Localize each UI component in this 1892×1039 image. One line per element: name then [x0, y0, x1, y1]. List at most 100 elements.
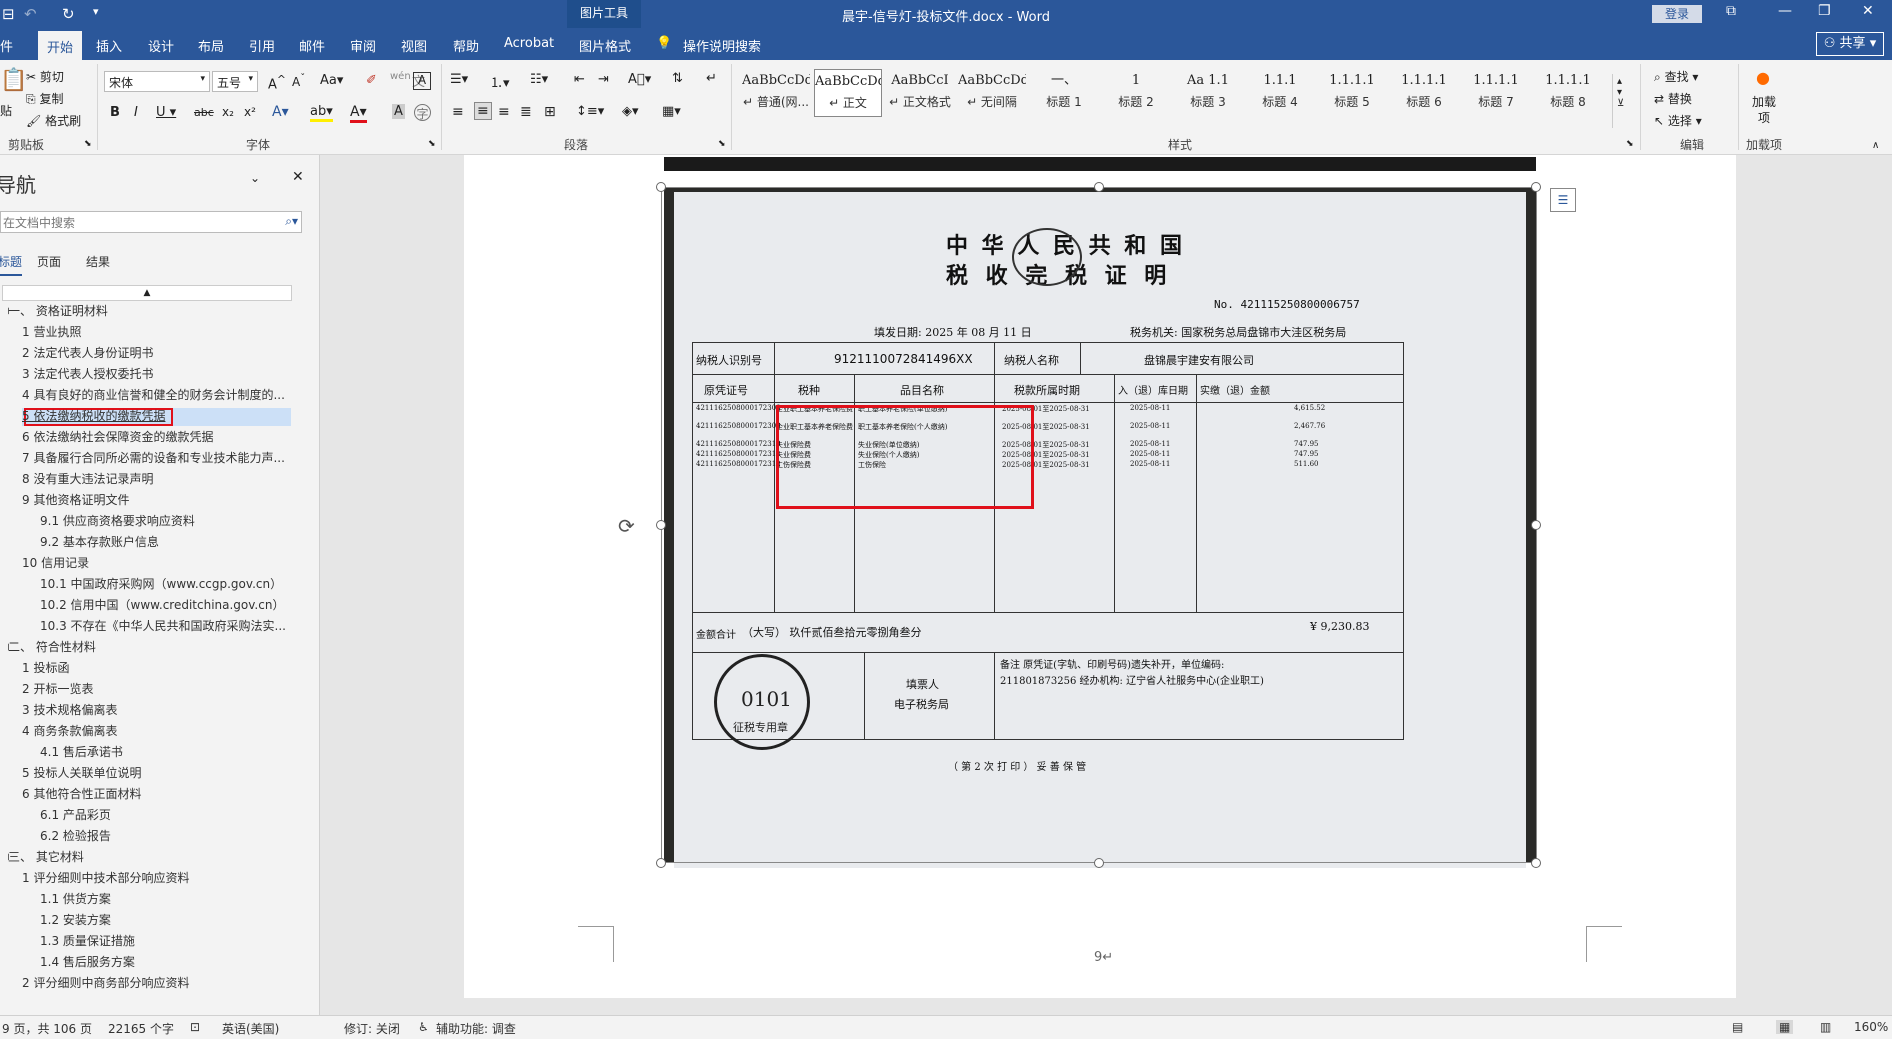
resize-handle-n[interactable] — [1094, 182, 1104, 192]
restore-icon[interactable]: ❐ — [1818, 3, 1831, 19]
styles-launcher-icon[interactable]: ⬊ — [1626, 139, 1634, 149]
collapse-arrow-icon[interactable]: ◢ — [8, 637, 9, 657]
nav-heading-item[interactable]: 9.2 基本存款账户信息 — [40, 532, 318, 552]
print-layout-icon[interactable]: ▦ — [1776, 1020, 1794, 1034]
style-item[interactable]: 1.1.1.1 标题 7 — [1462, 69, 1530, 117]
nav-heading-item[interactable]: ◢9 其他资格证明文件 — [22, 490, 318, 510]
nav-heading-item[interactable]: ◢10 信用记录 — [22, 553, 318, 573]
tab-view[interactable]: 视图 — [401, 36, 427, 55]
nav-heading-item[interactable]: 1 营业执照 — [22, 322, 318, 342]
addins-icon[interactable]: ● — [1756, 68, 1770, 87]
bullets-icon[interactable]: ☰▾ — [450, 72, 468, 87]
nav-heading-item[interactable]: ◢2 评分细则中商务部分响应资料 — [22, 973, 318, 993]
underline-icon[interactable]: U ▾ — [156, 105, 176, 120]
tab-insert[interactable]: 插入 — [96, 36, 122, 55]
style-item[interactable]: AaBbCcDd ↵ 普通(网... — [742, 69, 810, 117]
style-item[interactable]: 1.1.1.1 标题 8 — [1534, 69, 1602, 117]
clipboard-launcher-icon[interactable]: ⬊ — [84, 139, 92, 149]
select-button[interactable]: ↖ 选择 ▾ — [1654, 112, 1702, 129]
close-icon[interactable]: ✕ — [1862, 3, 1874, 19]
addins-button[interactable]: 加载项 — [1748, 94, 1780, 126]
nav-heading-item[interactable]: ◢三、 其它材料 — [8, 847, 318, 867]
nav-tab-results[interactable]: 结果 — [86, 253, 110, 270]
align-right-icon[interactable]: ≡ — [498, 104, 510, 120]
status-accessibility[interactable]: 辅助功能: 调查 — [436, 1020, 516, 1037]
tab-picture-format[interactable]: 图片格式 — [579, 36, 631, 55]
style-item[interactable]: Aa 1.1 标题 3 — [1174, 69, 1242, 117]
tab-layout[interactable]: 布局 — [198, 36, 224, 55]
tab-file[interactable]: 件 — [0, 36, 13, 55]
collapse-arrow-icon[interactable]: ◢ — [8, 301, 9, 321]
nav-heading-item[interactable]: 1 投标函 — [22, 658, 318, 678]
nav-heading-item[interactable]: 4 具有良好的商业信誉和健全的财务会计制度的... — [22, 385, 318, 405]
nav-heading-item[interactable]: ◢1 评分细则中技术部分响应资料 — [22, 868, 318, 888]
align-left-icon[interactable]: ≡ — [452, 104, 464, 120]
clear-formatting-icon[interactable]: ✐ — [366, 73, 377, 88]
show-marks-icon[interactable]: ↵ — [706, 71, 717, 86]
decrease-indent-icon[interactable]: ⇤ — [574, 72, 585, 87]
copy-button[interactable]: ⎘ 复制 — [26, 90, 63, 107]
paste-icon[interactable]: 📋 — [0, 68, 27, 93]
style-item[interactable]: 1.1.1 标题 4 — [1246, 69, 1314, 117]
shading-icon[interactable]: ◈▾ — [622, 104, 639, 119]
style-item[interactable]: 1.1.1.1 标题 6 — [1390, 69, 1458, 117]
sort-icon[interactable]: ⇅ — [672, 71, 683, 86]
nav-heading-item[interactable]: 7 具备履行合同所必需的设备和专业技术能力声... — [22, 448, 318, 468]
resize-handle-se[interactable] — [1531, 858, 1541, 868]
style-item[interactable]: 一、 标题 1 — [1030, 69, 1098, 117]
bold-icon[interactable]: B — [110, 105, 120, 120]
nav-heading-item[interactable]: 2 开标一览表 — [22, 679, 318, 699]
resize-handle-ne[interactable] — [1531, 182, 1541, 192]
multilevel-list-icon[interactable]: ☷▾ — [530, 72, 548, 87]
font-size-combo[interactable]: 五号 ▾ — [212, 71, 258, 92]
nav-tab-pages[interactable]: 页面 — [37, 253, 61, 270]
paragraph-launcher-icon[interactable]: ⬊ — [718, 139, 726, 149]
style-item[interactable]: AaBbCcDd ↵ 正文 — [814, 69, 882, 117]
rotate-handle-icon[interactable]: ⟳ — [618, 514, 635, 538]
layout-options-icon[interactable]: ☰ — [1550, 188, 1576, 212]
asian-layout-icon[interactable]: A⃝▾ — [628, 72, 651, 87]
change-case-icon[interactable]: Aa▾ — [320, 73, 343, 88]
nav-tab-headings[interactable]: 标题 — [0, 253, 23, 276]
subscript-icon[interactable]: x₂ — [222, 105, 234, 119]
status-words[interactable]: 22165 个字 — [108, 1020, 174, 1037]
nav-heading-item[interactable]: 10.3 不存在《中华人民共和国政府采购法实... — [40, 616, 318, 636]
align-center-icon[interactable]: ≡ — [474, 102, 492, 120]
nav-heading-item[interactable]: ▷1.3 质量保证措施 — [40, 931, 318, 951]
nav-heading-item[interactable]: ▷10.2 信用中国（www.creditchina.gov.cn） — [40, 595, 318, 615]
character-shading-icon[interactable]: A — [392, 104, 405, 119]
numbering-icon[interactable]: ⒈▾ — [490, 72, 510, 91]
nav-heading-item[interactable]: 5 投标人关联单位说明 — [22, 763, 318, 783]
italic-icon[interactable]: I — [134, 105, 138, 120]
line-spacing-icon[interactable]: ↕≡▾ — [576, 104, 604, 119]
read-mode-icon[interactable]: ▤ — [1732, 1020, 1743, 1034]
resize-handle-nw[interactable] — [656, 182, 666, 192]
borders-icon[interactable]: ▦▾ — [662, 104, 681, 119]
tab-acrobat[interactable]: Acrobat — [504, 36, 554, 51]
font-launcher-icon[interactable]: ⬊ — [428, 139, 436, 149]
nav-heading-item[interactable]: ◢一、 资格证明材料 — [8, 301, 318, 321]
nav-heading-item[interactable]: ◢二、 符合性材料 — [8, 637, 318, 657]
superscript-icon[interactable]: x² — [244, 105, 256, 119]
nav-heading-item[interactable]: ▷6.1 产品彩页 — [40, 805, 318, 825]
nav-heading-item[interactable]: 8 没有重大违法记录声明 — [22, 469, 318, 489]
find-button[interactable]: ⌕ 查找 ▾ — [1654, 68, 1698, 85]
collapse-ribbon-icon[interactable]: ∧ — [1872, 140, 1879, 151]
tab-help[interactable]: 帮助 — [453, 36, 479, 55]
tab-design[interactable]: 设计 — [148, 36, 174, 55]
nav-heading-item[interactable]: 4.1 售后承诺书 — [40, 742, 318, 762]
nav-heading-item[interactable]: ▷1.1 供货方案 — [40, 889, 318, 909]
share-button[interactable]: ⚇ 共享 ▾ — [1816, 32, 1884, 56]
nav-search-input[interactable]: 在文档中搜索 ⌕▾ — [0, 211, 302, 233]
paste-button[interactable]: 贴 — [0, 102, 12, 119]
nav-heading-item[interactable]: ▷9.1 供应商资格要求响应资料 — [40, 511, 318, 531]
nav-heading-item[interactable]: ▷1.2 安装方案 — [40, 910, 318, 930]
nav-heading-item[interactable]: 5 依法缴纳税收的缴款凭据 — [22, 406, 318, 426]
enclose-characters-icon[interactable]: A — [413, 72, 431, 90]
nav-heading-item[interactable]: ◢4 商务条款偏离表 — [22, 721, 318, 741]
text-effects-icon[interactable]: A▾ — [272, 104, 289, 120]
nav-heading-item[interactable]: 3 技术规格偏离表 — [22, 700, 318, 720]
search-icon[interactable]: ⌕▾ — [285, 214, 298, 229]
tell-me-search[interactable]: 操作说明搜索 — [683, 36, 761, 55]
nav-heading-item[interactable]: ▷1.4 售后服务方案 — [40, 952, 318, 972]
